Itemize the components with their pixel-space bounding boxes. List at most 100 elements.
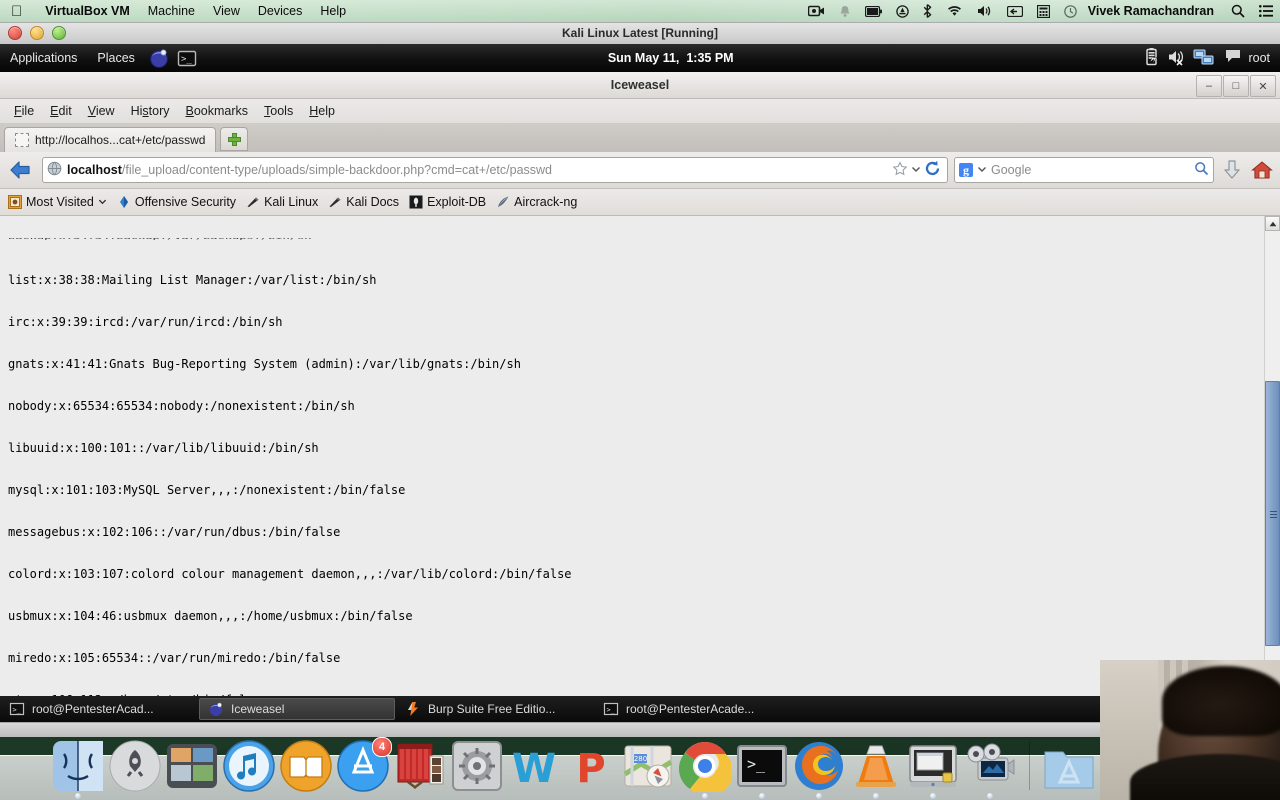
photo-booth-icon[interactable] xyxy=(394,740,446,792)
terminal-icon[interactable]: >_ xyxy=(736,740,788,799)
search-icon[interactable] xyxy=(1224,4,1252,18)
passwd-line: messagebus:x:102:106::/var/run/dbus:/bin… xyxy=(8,525,341,539)
dock-items: 4 W P 280 >_ xyxy=(52,737,1095,799)
close-button[interactable]: ✕ xyxy=(1250,75,1276,97)
screen-recording-icon[interactable] xyxy=(801,5,832,17)
chevron-down-icon[interactable] xyxy=(977,163,987,177)
clipped-top-line-text: backup:x:34:34:backup:/var/backups:/bin/… xyxy=(8,238,311,240)
url-bar[interactable]: localhost/file_upload/content-type/uploa… xyxy=(42,157,948,183)
reload-icon[interactable] xyxy=(924,160,941,180)
bookmark-aircrack-ng[interactable]: Aircrack-ng xyxy=(494,193,583,211)
bookmark-offensive-security[interactable]: Offensive Security xyxy=(115,193,242,211)
places-menu[interactable]: Places xyxy=(87,51,145,65)
terminal-launcher-icon[interactable]: >_ xyxy=(176,47,198,69)
quicktime-icon[interactable] xyxy=(964,740,1016,799)
menu-view[interactable]: View xyxy=(80,102,123,120)
minimize-button[interactable]: – xyxy=(1196,75,1222,97)
scrollbar-thumb[interactable] xyxy=(1265,381,1280,646)
mac-dock: 4 W P 280 >_ xyxy=(0,714,1280,800)
app-store-icon[interactable]: 4 xyxy=(337,737,392,792)
vertical-scrollbar[interactable] xyxy=(1264,216,1280,696)
calculator-icon[interactable] xyxy=(1030,4,1057,18)
notification-center-icon[interactable] xyxy=(1252,5,1280,17)
vlc-icon[interactable] xyxy=(850,740,902,799)
menu-help-rest: elp xyxy=(318,104,335,118)
browser-tab[interactable]: http://localhos...cat+/etc/passwd xyxy=(4,127,217,152)
system-preferences-icon[interactable] xyxy=(451,740,503,792)
applications-menu[interactable]: Applications xyxy=(0,51,87,65)
battery-charging-icon[interactable] xyxy=(1140,47,1164,69)
notification-bell-icon[interactable] xyxy=(832,5,858,18)
microsoft-powerpoint-icon[interactable]: P xyxy=(565,740,617,792)
menu-bookmarks-accel: B xyxy=(185,104,194,118)
svg-text:>_: >_ xyxy=(13,706,22,714)
mac-menu-devices[interactable]: Devices xyxy=(249,4,311,18)
running-indicator xyxy=(930,793,936,799)
menu-history[interactable]: History xyxy=(123,102,178,120)
menu-file[interactable]: File xyxy=(6,102,42,120)
launchpad-icon[interactable] xyxy=(109,740,161,792)
mac-menu-virtualbox-vm[interactable]: VirtualBox VM xyxy=(36,4,139,18)
magnifier-icon[interactable] xyxy=(1194,161,1209,179)
chevron-down-icon[interactable] xyxy=(98,195,107,209)
bookmark-most-visited[interactable]: Most Visited xyxy=(6,193,113,211)
firefox-icon[interactable] xyxy=(793,740,845,799)
network-icon[interactable] xyxy=(1192,47,1216,69)
finder-icon[interactable] xyxy=(52,740,104,799)
menu-tools[interactable]: Tools xyxy=(256,102,301,120)
ibooks-icon[interactable] xyxy=(280,740,332,792)
antivirus-icon[interactable] xyxy=(889,4,916,18)
dashboard-icon[interactable] xyxy=(166,740,218,792)
maps-icon[interactable]: 280 xyxy=(622,740,674,792)
chat-balloon-icon[interactable] xyxy=(1224,47,1248,69)
itunes-icon[interactable] xyxy=(223,740,275,792)
chevron-down-icon[interactable] xyxy=(911,163,921,177)
back-arrow-icon[interactable] xyxy=(6,156,36,184)
virtualbox-window-title: Kali Linux Latest [Running] xyxy=(562,26,718,40)
menu-edit[interactable]: Edit xyxy=(42,102,80,120)
most-visited-icon xyxy=(8,195,22,209)
maximize-button[interactable]: □ xyxy=(1223,75,1249,97)
gnome-user-label[interactable]: root xyxy=(1248,51,1280,65)
scroll-up-icon[interactable] xyxy=(1265,216,1280,231)
bookmark-label: Exploit-DB xyxy=(427,195,487,209)
search-bar[interactable]: g Google xyxy=(954,157,1214,183)
menu-help[interactable]: Help xyxy=(301,102,343,120)
mac-menu-view[interactable]: View xyxy=(204,4,249,18)
iceweasel-launcher-icon[interactable] xyxy=(148,47,170,69)
bluetooth-icon[interactable] xyxy=(916,4,939,18)
input-source-icon[interactable] xyxy=(1000,5,1030,17)
apple-icon[interactable]:  xyxy=(11,4,22,19)
mac-menu-machine[interactable]: Machine xyxy=(139,4,204,18)
menu-history-pre: Hi xyxy=(130,104,143,118)
bookmark-kali-docs[interactable]: Kali Docs xyxy=(326,193,405,211)
new-tab-button[interactable] xyxy=(220,127,249,151)
download-arrow-icon[interactable] xyxy=(1220,156,1244,184)
gnome-clock[interactable]: Sun May 11, 1:35 PM xyxy=(608,51,734,65)
iceweasel-window-buttons: – □ ✕ xyxy=(1196,75,1276,97)
url-text: localhost/file_upload/content-type/uploa… xyxy=(67,163,552,177)
applications-folder-icon[interactable] xyxy=(1043,740,1095,792)
home-icon[interactable] xyxy=(1250,156,1274,184)
google-g-icon[interactable]: g xyxy=(959,163,973,177)
wifi-icon[interactable] xyxy=(939,5,970,17)
volume-muted-icon[interactable] xyxy=(1166,47,1190,69)
virtualbox-vm-window: Kali Linux Latest [Running] Applications… xyxy=(0,22,1280,739)
star-icon[interactable] xyxy=(892,160,908,180)
virtualbox-icon[interactable] xyxy=(907,740,959,799)
battery-icon[interactable] xyxy=(858,5,889,17)
passwd-line: gnats:x:41:41:Gnats Bug-Reporting System… xyxy=(8,357,521,371)
mac-menu-help[interactable]: Help xyxy=(311,4,355,18)
svg-text:W: W xyxy=(512,746,556,792)
volume-icon[interactable] xyxy=(970,5,1000,17)
menu-bookmarks[interactable]: Bookmarks xyxy=(178,102,257,120)
passwd-line: usbmux:x:104:46:usbmux daemon,,,:/home/u… xyxy=(8,609,413,623)
page-content-area[interactable]: backup:x:34:34:backup:/var/backups:/bin/… xyxy=(0,216,1280,696)
mac-menu-username[interactable]: Vivek Ramachandran xyxy=(1084,4,1224,18)
google-chrome-icon[interactable] xyxy=(678,740,733,799)
time-machine-icon[interactable] xyxy=(1057,4,1084,18)
microsoft-word-icon[interactable]: W xyxy=(508,740,560,792)
bookmark-kali-linux[interactable]: Kali Linux xyxy=(244,193,324,211)
bookmark-label: Kali Docs xyxy=(346,195,400,209)
bookmark-exploit-db[interactable]: Exploit-DB xyxy=(407,193,492,211)
